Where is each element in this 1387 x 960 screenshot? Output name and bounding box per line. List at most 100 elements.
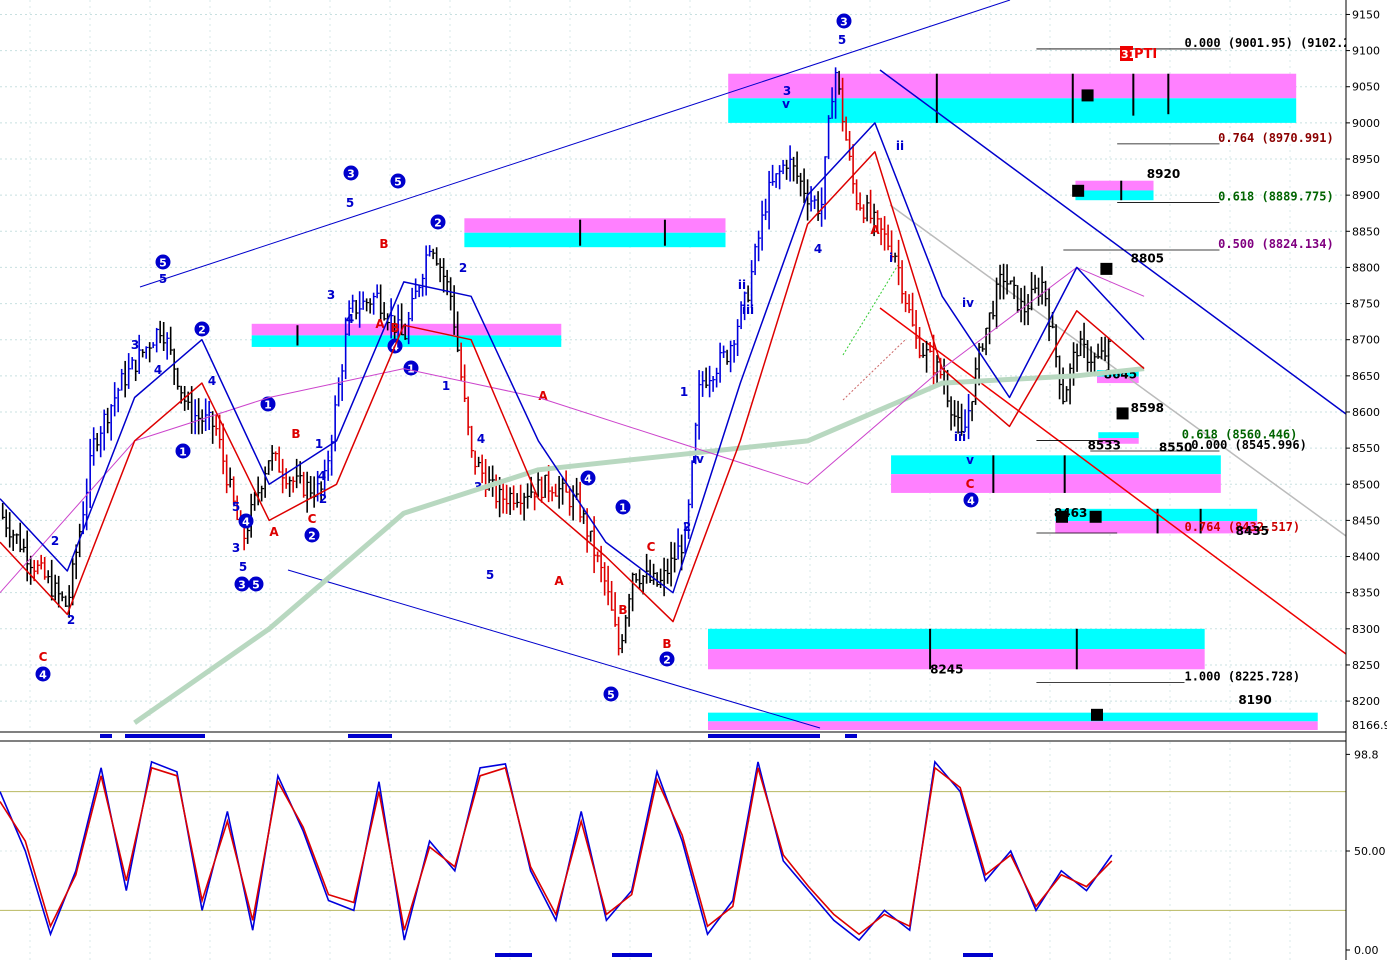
wave-label-red: C — [308, 512, 317, 526]
wave-label-blue: 5 — [838, 33, 846, 47]
price-label: 8463 — [1054, 506, 1087, 520]
wave-label-blue: iv — [962, 296, 974, 310]
wave-circle-label: 1 — [407, 363, 415, 376]
wave-label-red: A — [538, 389, 548, 403]
axis-tick-label: 8750 — [1352, 298, 1380, 311]
axis-tick-label: 8700 — [1352, 334, 1380, 347]
wave-label-blue: 5 — [486, 568, 494, 582]
wave-label-blue: i — [889, 251, 893, 265]
osc-axis-tick-label: 50.00 — [1354, 845, 1386, 858]
wave-circle-label: 3 — [347, 168, 355, 181]
zone-e-top — [891, 455, 1221, 475]
wave-label-red: B — [618, 603, 627, 617]
wave-circle-label: 3 — [238, 579, 246, 592]
zone-g-top — [707, 628, 1205, 650]
signal-marker — [100, 734, 112, 738]
axis-tick-label: 8900 — [1352, 189, 1380, 202]
price-label: 8550 — [1159, 441, 1192, 455]
osc-signal-marker — [612, 953, 652, 957]
zone-e-bottom — [891, 474, 1221, 493]
wave-circle-label: 1 — [264, 399, 272, 412]
price-label: 8805 — [1131, 251, 1164, 265]
wave-label-red: C — [39, 650, 48, 664]
wave-label-red: A — [269, 525, 279, 539]
wave-label-red: C — [647, 540, 656, 554]
wave-circle-label: 2 — [198, 324, 206, 337]
zone-c-bottom — [728, 98, 1297, 123]
axis-tick-label: 9050 — [1352, 81, 1380, 94]
wave-label-blue: 5 — [239, 560, 247, 574]
price-label: 8533 — [1088, 439, 1121, 453]
fib-label: 1.000 (8225.728) — [1184, 669, 1300, 683]
signal-marker — [845, 734, 857, 738]
price-label: 8245 — [930, 663, 963, 677]
wave-label-blue: 5 — [159, 272, 167, 286]
wave-label-red: A — [870, 223, 880, 237]
price-axis: 9150 9100 9050 9000 8950 8900 8850 8800 8750 8700… — [1345, 0, 1387, 960]
wave-label-blue: ii — [896, 139, 904, 153]
axis-tick-label: 8300 — [1352, 623, 1380, 636]
signal-marker — [125, 734, 205, 738]
wave-label-red: B — [379, 237, 388, 251]
axis-tick-label-clipped: 8166.9 — [1352, 719, 1387, 732]
wave-label-blue: iii — [742, 303, 754, 317]
wave-label-blue: 3 — [131, 338, 139, 352]
zone-marker — [1081, 89, 1094, 102]
wave-circle-label: 5 — [394, 176, 402, 189]
wave-label-blue: 4 — [318, 469, 326, 483]
wave-label-blue: 2 — [459, 261, 467, 275]
wave-label-blue: 3 — [327, 288, 335, 302]
zone-c-top — [728, 73, 1297, 99]
axis-tick-label: 8400 — [1352, 551, 1380, 564]
wave-label-blue: 5 — [232, 500, 240, 514]
wave-label-blue: 2 — [51, 534, 59, 548]
wave-circle-label: 2 — [434, 217, 442, 230]
axis-tick-label: 9000 — [1352, 117, 1380, 130]
wave-label-red: A — [554, 574, 564, 588]
zone-marker — [1116, 407, 1129, 420]
wave-label-blue: 2 — [683, 520, 691, 534]
wave-label-blue: v — [782, 97, 790, 111]
wave-circle-label: 4 — [39, 669, 47, 682]
wave-label-blue: 4 — [346, 312, 354, 326]
price-label: 8598 — [1131, 401, 1164, 415]
wave-label-blue: 4 — [208, 374, 216, 388]
axis-tick-label: 8600 — [1352, 406, 1380, 419]
signal-marker — [708, 734, 820, 738]
signal-marker — [348, 734, 392, 738]
wave-label-blue: v — [966, 453, 974, 467]
wave-label-blue: 4 — [814, 242, 822, 256]
zone-d-bottom — [1075, 190, 1154, 201]
axis-tick-label: 9100 — [1352, 45, 1380, 58]
axis-tick-label: 8800 — [1352, 261, 1380, 274]
zone-marker — [1100, 262, 1113, 275]
axis-tick-label: 8550 — [1352, 442, 1380, 455]
osc-axis-tick-label: 98.8 — [1354, 748, 1379, 761]
zone-marker — [1090, 708, 1103, 721]
pti-label: PTI — [1134, 47, 1157, 62]
wave-label-blue: 5 — [346, 196, 354, 210]
price-label: 8435 — [1236, 524, 1269, 538]
price-label: 8190 — [1238, 693, 1271, 707]
axis-tick-label: 8350 — [1352, 587, 1380, 600]
fib-label: 0.764 (8970.991) — [1218, 131, 1334, 145]
osc-signal-marker — [963, 953, 993, 957]
fib-label: 0.000 (9001.95) (9102.272) — [1184, 36, 1372, 50]
fib-label: 0.500 (8824.134) — [1218, 237, 1334, 251]
axis-tick-label: 8250 — [1352, 659, 1380, 672]
price-label: 8920 — [1147, 167, 1180, 181]
wave-label-blue: 3 — [232, 541, 240, 555]
zone-b-bottom — [464, 232, 726, 248]
wave-circle-label: 4 — [967, 495, 975, 508]
wave-label-blue: 2 — [319, 492, 327, 506]
zone-marker — [1089, 510, 1102, 523]
wave-circle-label: 5 — [252, 579, 260, 592]
wave-label-blue: iii — [954, 430, 966, 444]
wave-circle-label: 4 — [584, 473, 592, 486]
osc-axis-tick-label: 0.00 — [1354, 944, 1379, 957]
wave-circle-label: 1 — [179, 446, 187, 459]
zone-i-top — [1098, 432, 1139, 438]
fib-label: 0.618 (8889.775) — [1218, 190, 1334, 204]
wave-label-red: B — [390, 321, 399, 335]
wave-circle-label: 5 — [159, 257, 167, 270]
